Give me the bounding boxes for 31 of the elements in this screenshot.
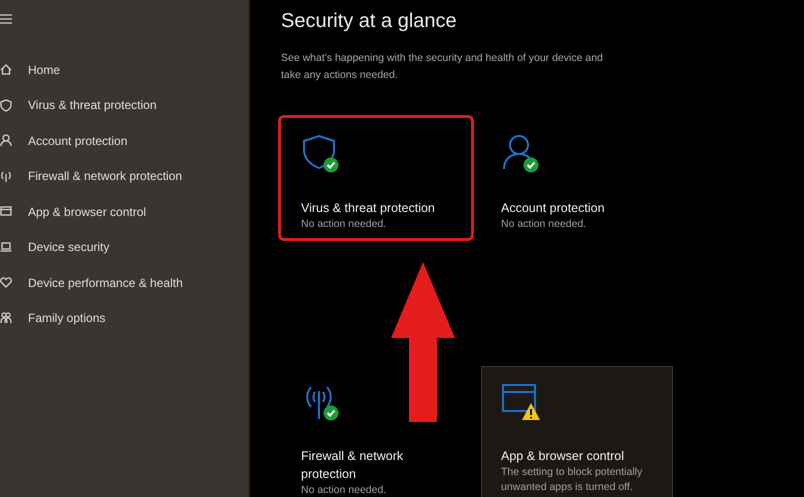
nav-item[interactable]: Firewall & network protection — [28, 167, 182, 186]
people-icon — [0, 312, 12, 325]
menu-icon[interactable] — [0, 14, 12, 24]
nav-item[interactable]: Device performance & health — [28, 274, 183, 292]
status-card[interactable]: App & browser control The setting to block potentially unwanted apps is turned off. — [481, 366, 673, 497]
antenna-icon — [0, 170, 12, 183]
page-subtitle: See what's happening with the security and health of your device and take any actions needed. — [281, 51, 604, 83]
card-status: The setting to block potentially unwanted apps is turned off. — [501, 465, 644, 495]
card-title: App & browser control — [501, 448, 625, 465]
nav-item[interactable]: Home — [28, 60, 60, 79]
nav-item[interactable]: Family options — [28, 309, 106, 328]
card-status: No action needed. — [301, 483, 388, 497]
window-icon — [0, 205, 12, 218]
shield-icon — [0, 98, 12, 112]
nav-item[interactable]: App & browser control — [28, 202, 146, 221]
nav-item[interactable]: Virus & threat protection — [28, 96, 157, 114]
antenna-icon — [306, 386, 332, 420]
page-title: Security at a glance — [281, 9, 457, 34]
card-title: Account protection — [501, 200, 606, 217]
nav-item[interactable]: Device security — [28, 238, 110, 256]
shield-icon — [303, 135, 335, 169]
window-icon — [502, 384, 536, 412]
heart-icon — [0, 276, 12, 290]
card-status: No action needed. — [501, 217, 588, 232]
nav-item[interactable]: Account protection — [28, 132, 128, 150]
card-title: Firewall & network protection — [301, 448, 404, 483]
laptop-icon — [0, 240, 12, 254]
card-title: Virus & threat protection — [301, 200, 436, 217]
home-icon — [0, 63, 12, 76]
card-status: No action needed. — [301, 217, 388, 232]
person-icon — [0, 134, 12, 148]
